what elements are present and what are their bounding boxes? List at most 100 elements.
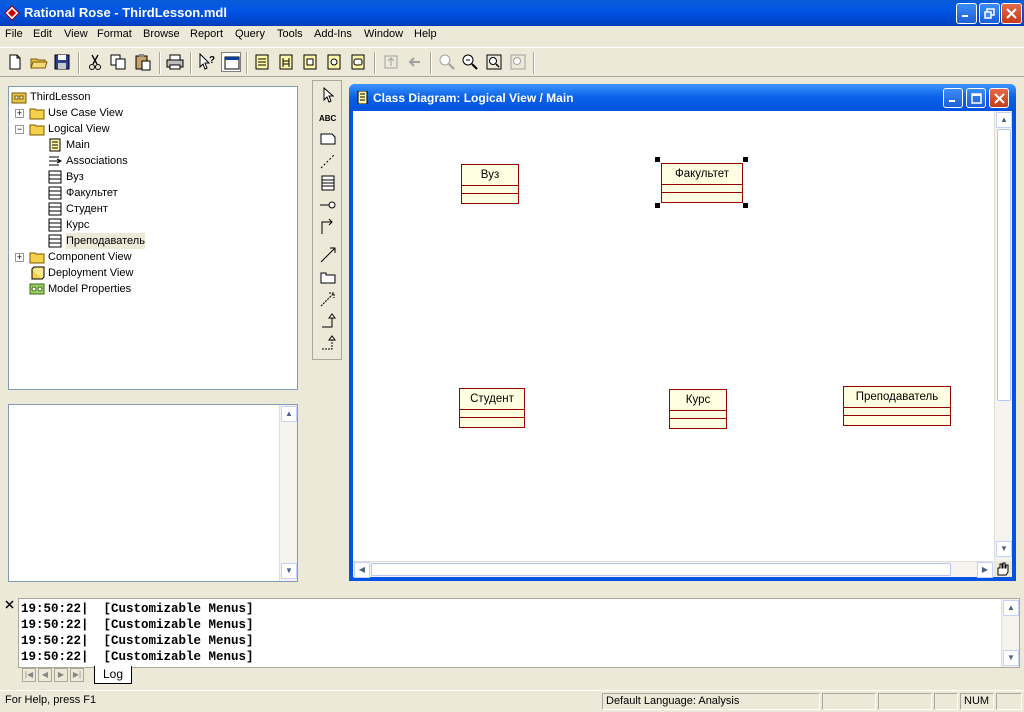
menu-edit[interactable]: Edit: [33, 28, 52, 40]
browse-parent-icon: [384, 55, 398, 69]
expand-use-case-view[interactable]: +: [15, 109, 24, 118]
fit-in-window-button[interactable]: [484, 52, 504, 72]
browse-deployment-diagram-icon: [327, 54, 341, 70]
class-diagram-title-bar[interactable]: Class Diagram: Logical View / Main: [349, 84, 1016, 111]
browse-previous-button[interactable]: [405, 52, 425, 72]
paste-button[interactable]: [133, 52, 153, 72]
log-tab[interactable]: Log: [94, 666, 132, 684]
tree-item-label: Вуз: [66, 171, 84, 183]
log-text-area[interactable]: 19:50:22| [Customizable Menus] 19:50:22|…: [18, 598, 1020, 668]
model-browser[interactable]: ThirdLesson + Use Case View − Logical Vi…: [8, 86, 298, 390]
menu-window[interactable]: Window: [364, 28, 403, 40]
scroll-left-button[interactable]: ◀: [354, 562, 370, 578]
browse-parent-button[interactable]: [381, 52, 401, 72]
attributes-compartment: [844, 408, 950, 416]
class-box-fakultet[interactable]: Факультет: [661, 163, 743, 203]
menu-file[interactable]: File: [5, 28, 23, 40]
log-scrollbar[interactable]: ▲ ▼: [1001, 599, 1019, 667]
association-tool[interactable]: [318, 217, 338, 237]
log-next-button[interactable]: ▶: [54, 668, 68, 682]
log-prev-button[interactable]: ◀: [38, 668, 52, 682]
save-button[interactable]: [52, 52, 72, 72]
context-help-button[interactable]: ?: [197, 52, 217, 72]
realize-tool[interactable]: [318, 333, 338, 353]
class-box-vuz[interactable]: Вуз: [461, 164, 519, 204]
interface-tool[interactable]: [318, 195, 338, 215]
package-tool[interactable]: [318, 267, 338, 287]
selection-handle[interactable]: [743, 203, 748, 208]
tree-item-label: Logical View: [48, 123, 110, 135]
scroll-down-button[interactable]: ▼: [996, 541, 1012, 557]
pan-hand-button[interactable]: [994, 561, 1012, 577]
unidirectional-association-tool[interactable]: [318, 245, 338, 265]
scroll-up-button[interactable]: ▲: [1003, 600, 1019, 616]
selection-tool[interactable]: [318, 85, 338, 105]
open-button[interactable]: [29, 52, 49, 72]
selection-handle[interactable]: [743, 157, 748, 162]
undo-fit-button[interactable]: [508, 52, 528, 72]
browse-class-diagram-button[interactable]: [252, 52, 272, 72]
diagram-horizontal-scrollbar[interactable]: ◀ ▶: [353, 561, 994, 578]
note-tool[interactable]: [318, 129, 338, 149]
close-button[interactable]: [1001, 3, 1022, 24]
diagram-maximize-button[interactable]: [966, 88, 986, 108]
folder-icon: [29, 124, 45, 136]
zoom-out-button[interactable]: [460, 52, 480, 72]
horizontal-scroll-thumb[interactable]: [371, 563, 951, 576]
copy-button[interactable]: [108, 52, 128, 72]
class-tool[interactable]: [318, 173, 338, 193]
menu-tools[interactable]: Tools: [277, 28, 303, 40]
documentation-scrollbar[interactable]: ▲ ▼: [279, 405, 297, 581]
tree-item-label: Use Case View: [48, 107, 123, 119]
class-box-prepodavatel[interactable]: Преподаватель: [843, 386, 951, 426]
rational-rose-app-icon[interactable]: [4, 5, 20, 21]
log-close-button[interactable]: [4, 600, 14, 610]
zoom-in-button[interactable]: [437, 52, 457, 72]
diagram-canvas[interactable]: Вуз Факультет Студент Курс Преподаватель…: [353, 111, 1012, 578]
browse-deployment-diagram-button[interactable]: [324, 52, 344, 72]
scroll-right-button[interactable]: ▶: [977, 562, 993, 578]
class-box-kurs[interactable]: Курс: [669, 389, 727, 429]
menu-report[interactable]: Report: [190, 28, 223, 40]
tree-item-label: Model Properties: [48, 283, 132, 295]
class-diagram-window[interactable]: Class Diagram: Logical View / Main Вуз Ф…: [349, 84, 1016, 581]
vertical-scroll-thumb[interactable]: [997, 129, 1011, 401]
menu-view[interactable]: View: [64, 28, 88, 40]
scroll-down-button[interactable]: ▼: [281, 563, 297, 579]
text-box-tool[interactable]: ABC: [318, 107, 338, 127]
class-icon: [48, 170, 62, 184]
selection-handle[interactable]: [655, 203, 660, 208]
menu-add-ins[interactable]: Add-Ins: [314, 28, 352, 40]
browse-component-diagram-button[interactable]: [300, 52, 320, 72]
status-panel-empty: [822, 693, 876, 710]
dependency-tool[interactable]: [318, 289, 338, 309]
restore-button[interactable]: [979, 3, 1000, 24]
documentation-panel[interactable]: ▲ ▼: [8, 404, 298, 582]
diagram-close-button[interactable]: [989, 88, 1009, 108]
new-button[interactable]: [5, 52, 25, 72]
class-box-student[interactable]: Студент: [459, 388, 525, 428]
browse-state-diagram-button[interactable]: [348, 52, 368, 72]
generalization-tool[interactable]: [318, 311, 338, 331]
log-line: 19:50:22| [Customizable Menus]: [21, 650, 254, 664]
browse-interaction-diagram-button[interactable]: [276, 52, 296, 72]
diagram-vertical-scrollbar[interactable]: ▲ ▼: [994, 111, 1012, 561]
menu-help[interactable]: Help: [414, 28, 437, 40]
selection-handle[interactable]: [655, 157, 660, 162]
collapse-logical-view[interactable]: −: [15, 125, 24, 134]
diagram-minimize-button[interactable]: [943, 88, 963, 108]
menu-browse[interactable]: Browse: [143, 28, 180, 40]
scroll-up-button[interactable]: ▲: [281, 406, 297, 422]
log-first-button[interactable]: |◀: [22, 668, 36, 682]
menu-format[interactable]: Format: [97, 28, 132, 40]
log-last-button[interactable]: ▶|: [70, 668, 84, 682]
minimize-button[interactable]: [956, 3, 977, 24]
scroll-down-button[interactable]: ▼: [1003, 650, 1019, 666]
menu-query[interactable]: Query: [235, 28, 265, 40]
print-button[interactable]: [165, 52, 185, 72]
view-docs-button[interactable]: [221, 52, 241, 72]
scroll-up-button[interactable]: ▲: [996, 112, 1012, 128]
cut-button[interactable]: [85, 52, 105, 72]
expand-component-view[interactable]: +: [15, 253, 24, 262]
anchor-note-tool[interactable]: [318, 151, 338, 171]
